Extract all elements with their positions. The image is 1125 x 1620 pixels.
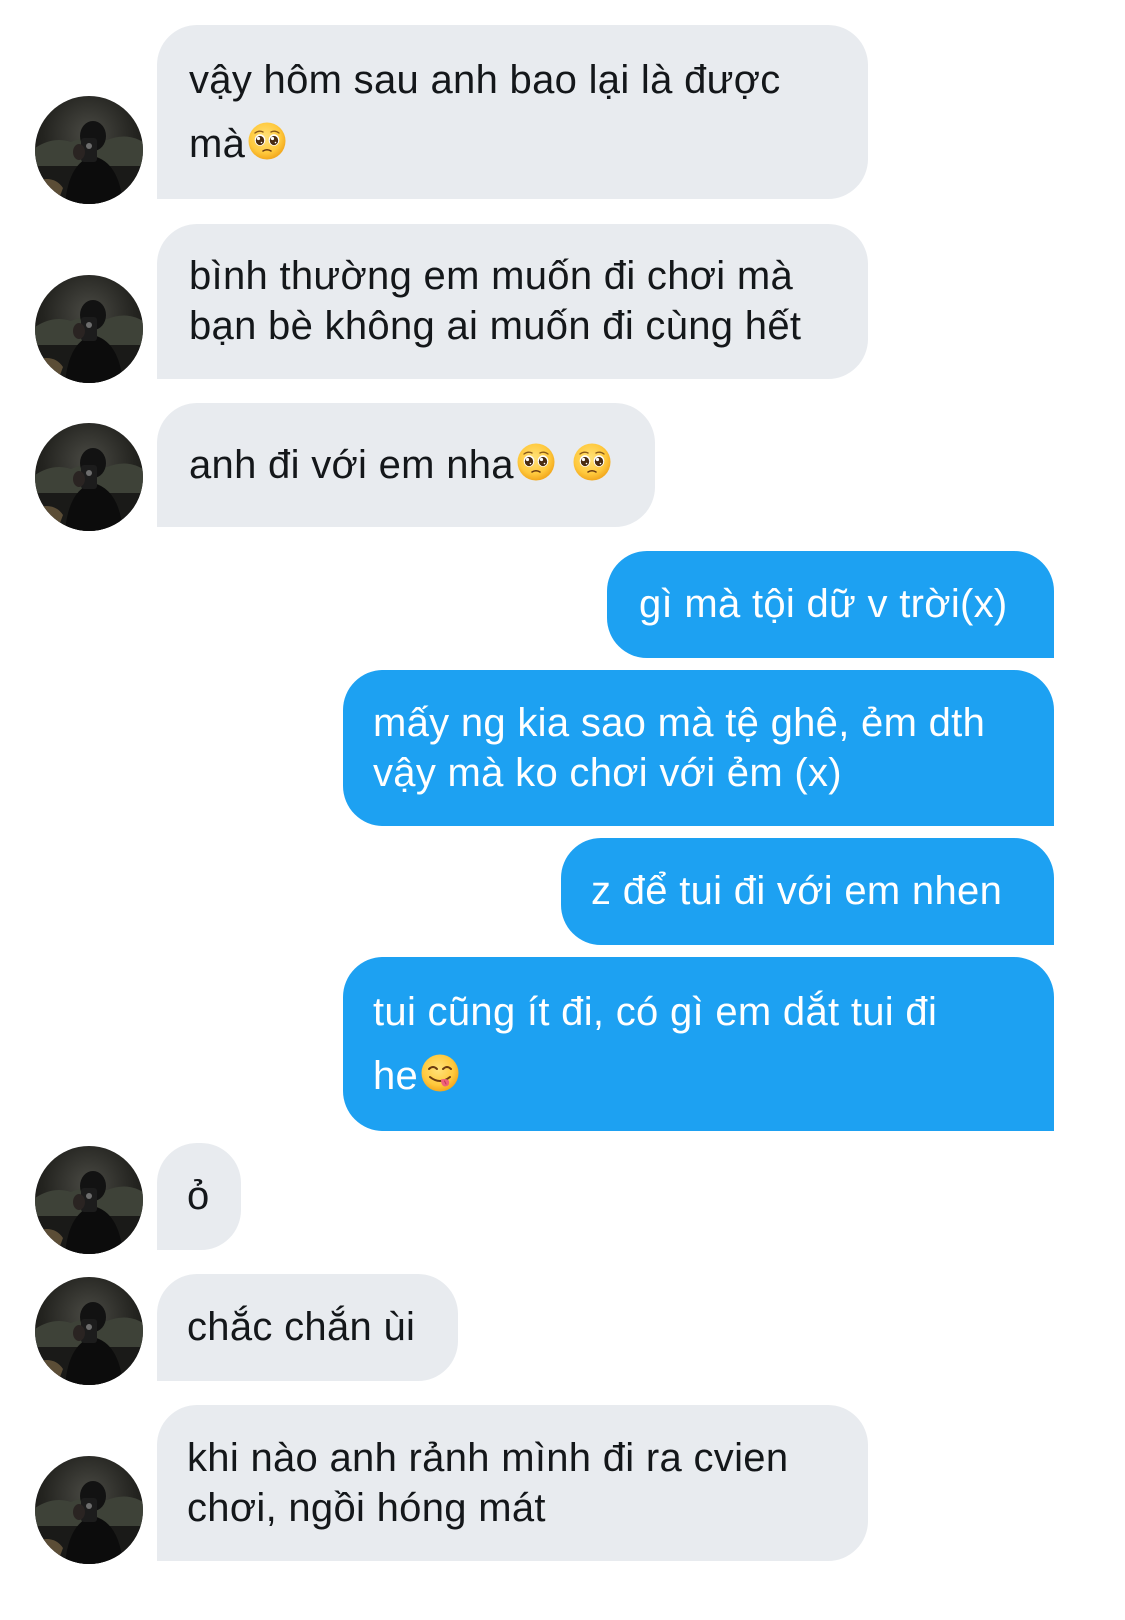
incoming-message-bubble[interactable]: anh đi với em nha bbox=[157, 403, 655, 527]
avatar-photo-icon bbox=[35, 1146, 143, 1254]
message-text-line: vậy mà ko chơi với ẻm (x) bbox=[373, 751, 842, 795]
pleading-face-icon bbox=[516, 442, 556, 482]
message-text-line: he bbox=[373, 1054, 419, 1098]
savoring-food-face-icon bbox=[420, 1053, 460, 1093]
message-text-line: ỏ bbox=[187, 1174, 210, 1218]
message-text-line: chắc chắn ùi bbox=[187, 1305, 416, 1349]
outgoing-message-bubble[interactable]: z để tui đi với em nhen bbox=[561, 838, 1054, 945]
contact-avatar[interactable] bbox=[35, 1146, 143, 1254]
incoming-message-bubble[interactable]: khi nào anh rảnh mình đi ra cvien chơi, … bbox=[157, 1405, 868, 1561]
avatar-photo-icon bbox=[35, 275, 143, 383]
outgoing-message-bubble[interactable]: tui cũng ít đi, có gì em dắt tui đi he bbox=[343, 957, 1054, 1131]
outgoing-message-bubble[interactable]: mấy ng kia sao mà tệ ghê, ẻm dth vậy mà … bbox=[343, 670, 1054, 826]
message-text-line: chơi, ngồi hóng mát bbox=[187, 1486, 546, 1530]
incoming-message-bubble[interactable]: vậy hôm sau anh bao lại là được mà bbox=[157, 25, 868, 199]
message-text-line: vậy hôm sau anh bao lại là được bbox=[189, 58, 781, 102]
message-text-line: gì mà tội dữ v trời(x) bbox=[639, 582, 1008, 626]
message-text-line: khi nào anh rảnh mình đi ra cvien bbox=[187, 1436, 789, 1480]
avatar-photo-icon bbox=[35, 1456, 143, 1564]
contact-avatar[interactable] bbox=[35, 423, 143, 531]
message-text-line: bình thường em muốn đi chơi mà bbox=[189, 254, 794, 298]
contact-avatar[interactable] bbox=[35, 1456, 143, 1564]
conversation-thread: vậy hôm sau anh bao lại là được mà bình … bbox=[0, 0, 1125, 1620]
pleading-face-icon bbox=[247, 121, 287, 161]
message-text-line: bạn bè không ai muốn đi cùng hết bbox=[189, 304, 802, 348]
contact-avatar[interactable] bbox=[35, 1277, 143, 1385]
avatar-photo-icon bbox=[35, 96, 143, 204]
message-text-line: mấy ng kia sao mà tệ ghê, ẻm dth bbox=[373, 701, 986, 745]
message-text-line: tui cũng ít đi, có gì em dắt tui đi bbox=[373, 990, 938, 1034]
message-text-line: mà bbox=[189, 122, 246, 166]
pleading-face-icon bbox=[572, 442, 612, 482]
avatar-photo-icon bbox=[35, 423, 143, 531]
outgoing-message-bubble[interactable]: gì mà tội dữ v trời(x) bbox=[607, 551, 1054, 658]
avatar-photo-icon bbox=[35, 1277, 143, 1385]
incoming-message-bubble[interactable]: bình thường em muốn đi chơi mà bạn bè kh… bbox=[157, 224, 868, 379]
contact-avatar[interactable] bbox=[35, 275, 143, 383]
message-text-line: anh đi với em nha bbox=[189, 443, 514, 487]
message-text-line: z để tui đi với em nhen bbox=[591, 869, 1003, 913]
incoming-message-bubble[interactable]: chắc chắn ùi bbox=[157, 1274, 458, 1381]
contact-avatar[interactable] bbox=[35, 96, 143, 204]
incoming-message-bubble[interactable]: ỏ bbox=[157, 1143, 241, 1250]
